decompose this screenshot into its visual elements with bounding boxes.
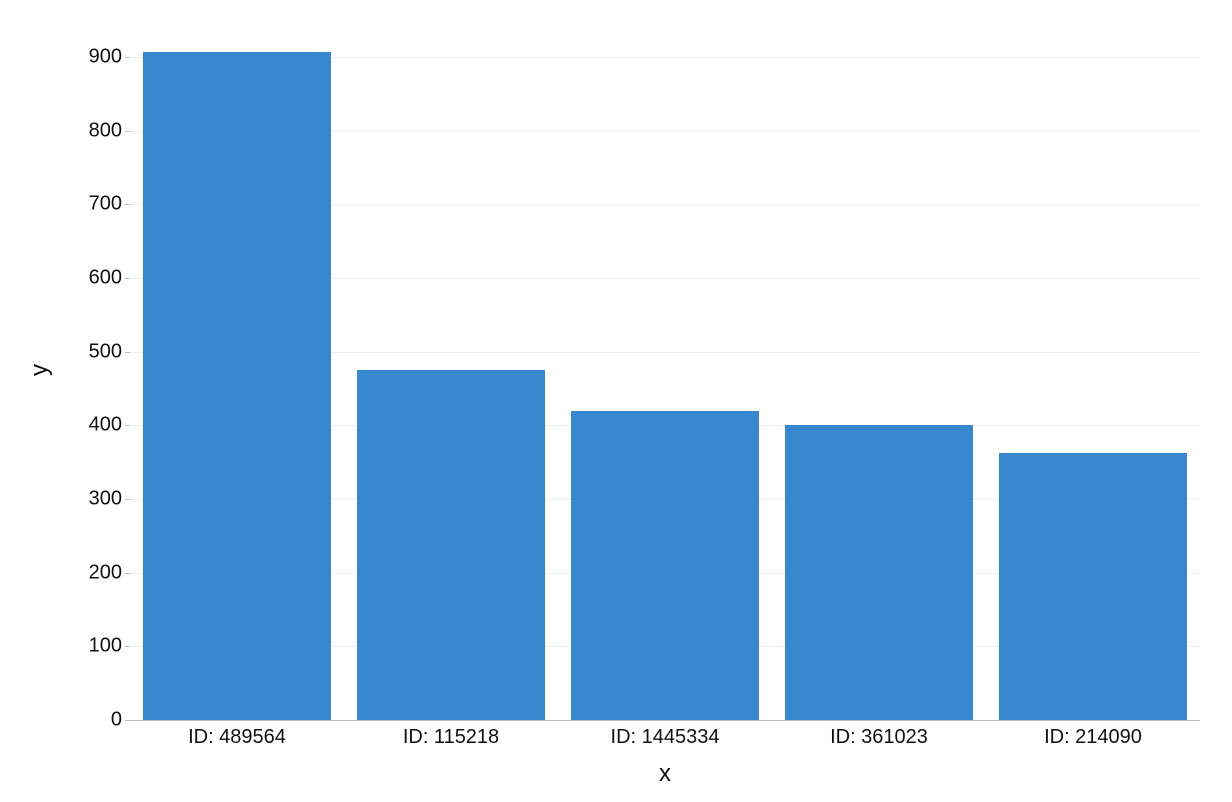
y-axis-tick [125, 646, 130, 647]
y-tick-label: 0 [72, 709, 122, 732]
y-tick-label: 400 [72, 414, 122, 437]
bar [785, 425, 973, 720]
y-axis-title: y [26, 364, 54, 376]
y-tick-label: 300 [72, 487, 122, 510]
y-axis-tick [125, 425, 130, 426]
y-axis-tick [125, 720, 130, 721]
x-tick-label: ID: 1445334 [611, 726, 720, 749]
bar [143, 52, 331, 720]
y-tick-label: 200 [72, 561, 122, 584]
y-axis-tick [125, 131, 130, 132]
y-axis-tick [125, 204, 130, 205]
bar [999, 453, 1187, 720]
plot-area [130, 20, 1200, 721]
y-tick-label: 900 [72, 45, 122, 68]
x-axis-title: x [659, 760, 671, 788]
bar [571, 411, 759, 720]
x-tick-label: ID: 214090 [1044, 726, 1142, 749]
x-tick-label: ID: 489564 [188, 726, 286, 749]
x-tick-label: ID: 361023 [830, 726, 928, 749]
y-tick-label: 600 [72, 266, 122, 289]
y-tick-label: 500 [72, 340, 122, 363]
y-axis-tick [125, 278, 130, 279]
y-axis-tick [125, 352, 130, 353]
y-tick-label: 100 [72, 635, 122, 658]
bar-chart: y x 0 100 200 300 400 500 600 700 800 900 ID: 4895… [0, 0, 1232, 802]
y-tick-label: 700 [72, 193, 122, 216]
y-axis-tick [125, 57, 130, 58]
bar [357, 370, 545, 720]
y-axis-tick [125, 573, 130, 574]
y-tick-label: 800 [72, 119, 122, 142]
y-axis-tick [125, 499, 130, 500]
x-tick-label: ID: 115218 [403, 726, 499, 749]
